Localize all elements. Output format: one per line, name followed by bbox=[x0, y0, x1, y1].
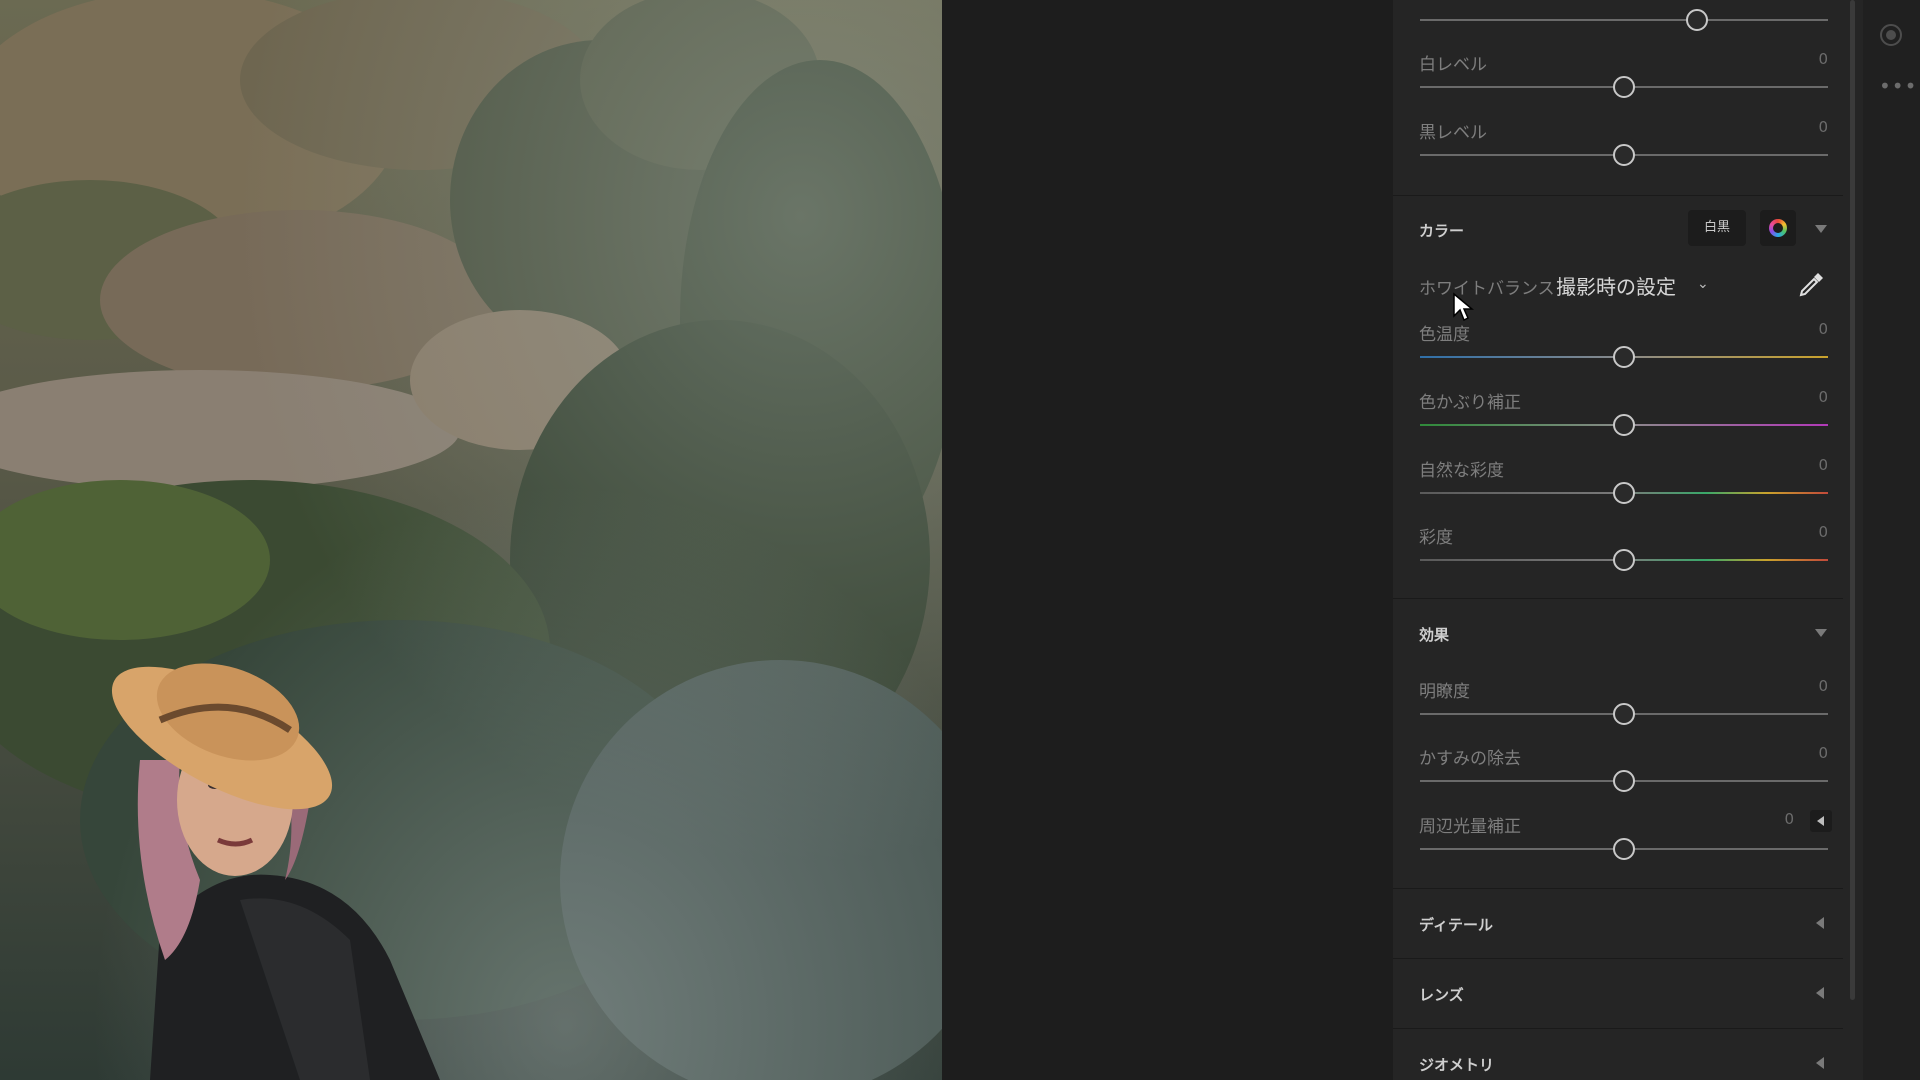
collapse-color-icon[interactable] bbox=[1815, 225, 1827, 233]
clarity-thumb[interactable] bbox=[1613, 703, 1635, 725]
temp-label: 色温度 bbox=[1419, 325, 1470, 345]
saturation-value[interactable]: 0 bbox=[1818, 523, 1828, 541]
vibrance-label: 自然な彩度 bbox=[1419, 461, 1504, 481]
section-divider bbox=[1393, 958, 1843, 959]
section-divider bbox=[1393, 888, 1843, 889]
dehaze-thumb[interactable] bbox=[1613, 770, 1635, 792]
blacks-thumb[interactable] bbox=[1613, 144, 1635, 166]
profile-icon[interactable] bbox=[1880, 24, 1902, 46]
caret-left-icon bbox=[1817, 816, 1824, 826]
more-options-icon[interactable]: ••• bbox=[1879, 74, 1917, 98]
whites-value[interactable]: 0 bbox=[1818, 50, 1828, 68]
expand-lens-icon[interactable] bbox=[1816, 987, 1824, 999]
canvas-background bbox=[942, 0, 1393, 1080]
eyedropper-icon[interactable] bbox=[1796, 270, 1826, 300]
vignette-label: 周辺光量補正 bbox=[1419, 817, 1521, 837]
slider-thumb[interactable] bbox=[1686, 9, 1708, 31]
geometry-section-title[interactable]: ジオメトリ bbox=[1419, 1054, 1494, 1075]
photo-image bbox=[0, 0, 942, 1080]
expand-geometry-icon[interactable] bbox=[1816, 1057, 1824, 1069]
color-mixer-button[interactable] bbox=[1760, 210, 1796, 246]
chevron-down-icon[interactable]: ⌄ bbox=[1697, 276, 1709, 292]
black-white-button[interactable]: 白黒 bbox=[1688, 210, 1746, 246]
section-divider bbox=[1393, 1028, 1843, 1029]
dehaze-label: かすみの除去 bbox=[1419, 749, 1521, 769]
detail-section-title[interactable]: ディテール bbox=[1419, 914, 1493, 935]
dehaze-value[interactable]: 0 bbox=[1818, 744, 1828, 762]
clarity-label: 明瞭度 bbox=[1419, 682, 1470, 702]
vignette-thumb[interactable] bbox=[1613, 838, 1635, 860]
white-balance-label: ホワイトバランス bbox=[1419, 279, 1555, 299]
blacks-value[interactable]: 0 bbox=[1818, 118, 1828, 136]
mouse-cursor-icon bbox=[1453, 292, 1474, 322]
section-divider bbox=[1393, 598, 1843, 599]
vignette-expand-button[interactable] bbox=[1810, 810, 1832, 832]
tint-label: 色かぶり補正 bbox=[1419, 393, 1521, 413]
saturation-thumb[interactable] bbox=[1613, 549, 1635, 571]
clarity-value[interactable]: 0 bbox=[1818, 677, 1828, 695]
vibrance-value[interactable]: 0 bbox=[1818, 456, 1828, 474]
effects-section-title[interactable]: 効果 bbox=[1419, 624, 1449, 645]
panel-scrollbar[interactable] bbox=[1850, 0, 1855, 1000]
vignette-value[interactable]: 0 bbox=[1784, 810, 1794, 828]
whites-label: 白レベル bbox=[1419, 55, 1487, 75]
temp-value[interactable]: 0 bbox=[1818, 320, 1828, 338]
slider-track[interactable] bbox=[1420, 19, 1828, 21]
white-balance-dropdown[interactable]: 撮影時の設定 bbox=[1556, 271, 1676, 300]
collapse-effects-icon[interactable] bbox=[1815, 629, 1827, 637]
tint-value[interactable]: 0 bbox=[1818, 388, 1828, 406]
photo-canvas[interactable] bbox=[0, 0, 942, 1080]
saturation-label: 彩度 bbox=[1419, 528, 1453, 548]
right-toolbar bbox=[1863, 0, 1920, 1080]
expand-detail-icon[interactable] bbox=[1816, 917, 1824, 929]
tint-thumb[interactable] bbox=[1613, 414, 1635, 436]
blacks-label: 黒レベル bbox=[1419, 123, 1487, 143]
lens-section-title[interactable]: レンズ bbox=[1419, 984, 1464, 1005]
color-wheel-icon bbox=[1769, 219, 1787, 237]
vibrance-thumb[interactable] bbox=[1613, 482, 1635, 504]
color-section-title[interactable]: カラー bbox=[1419, 220, 1464, 241]
section-divider bbox=[1393, 195, 1843, 196]
whites-thumb[interactable] bbox=[1613, 76, 1635, 98]
temp-thumb[interactable] bbox=[1613, 346, 1635, 368]
